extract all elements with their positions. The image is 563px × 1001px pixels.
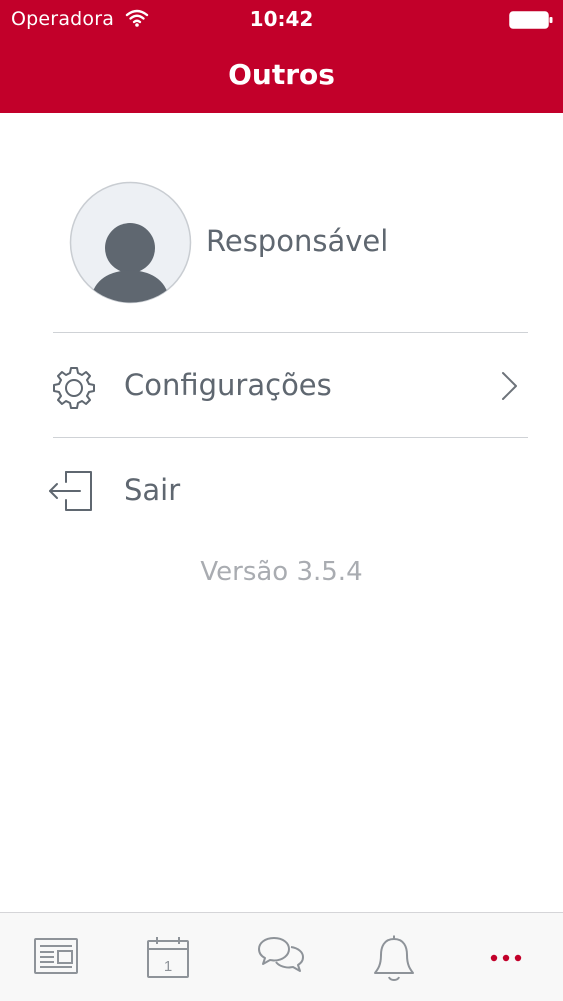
profile-section[interactable]: Responsável [0, 180, 563, 305]
menu-item-configuracoes[interactable]: Configurações [0, 335, 563, 435]
tab-bar: 1 [0, 912, 563, 1001]
tab-calendar[interactable]: 1 [112, 913, 224, 1001]
logout-icon [48, 470, 94, 516]
status-bar: Operadora 10:42 [0, 0, 563, 40]
battery-icon [509, 11, 553, 33]
tab-notifications[interactable] [338, 913, 450, 1001]
tab-chat[interactable] [225, 913, 337, 1001]
calendar-day-label: 1 [164, 958, 172, 975]
user-avatar-icon [68, 180, 193, 309]
chevron-right-icon [500, 370, 520, 406]
tab-news[interactable] [0, 913, 112, 1001]
profile-name: Responsável [206, 224, 389, 258]
tab-more[interactable] [450, 913, 562, 1001]
menu-item-label: Configurações [124, 368, 332, 402]
menu-item-label: Sair [124, 473, 181, 507]
header: Operadora 10:42 Outros [0, 0, 563, 113]
page-title: Outros [228, 58, 335, 91]
status-time: 10:42 [249, 7, 314, 31]
divider [53, 332, 528, 333]
menu-item-sair[interactable]: Sair [0, 440, 563, 540]
gear-icon [51, 365, 97, 415]
divider [53, 437, 528, 438]
version-text: Versão 3.5.4 [200, 557, 363, 587]
